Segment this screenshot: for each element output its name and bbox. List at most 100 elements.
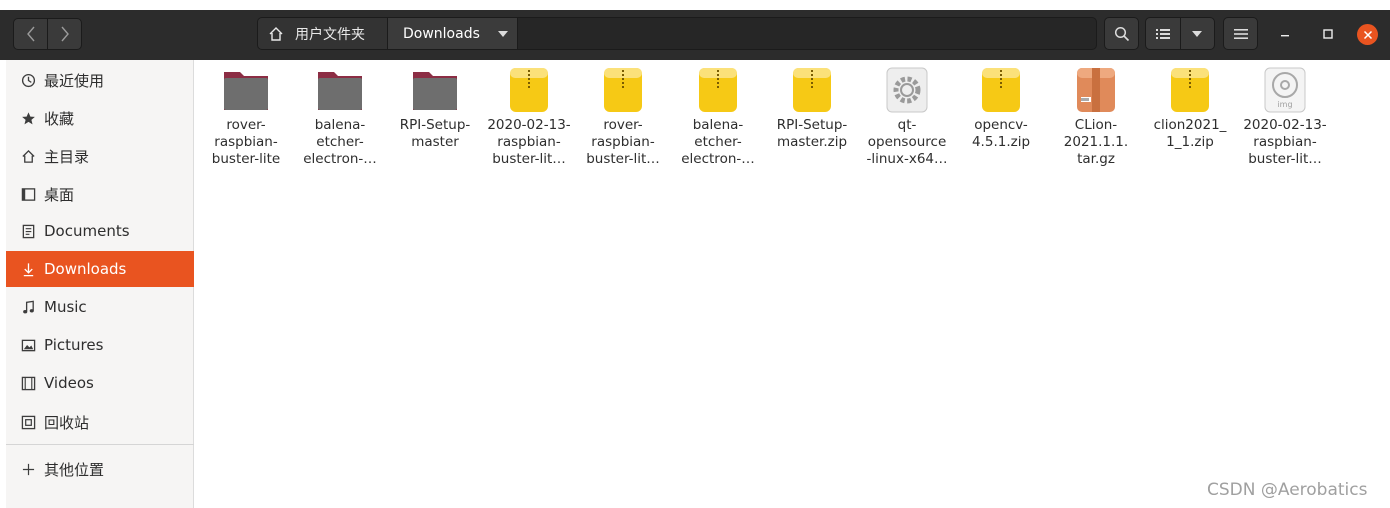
sidebar-item-label: 其他位置: [44, 460, 105, 479]
sidebar-item-documents[interactable]: Documents: [6, 213, 194, 249]
file-item[interactable]: balena- etcher- electron-…: [295, 66, 385, 168]
file-name: CLion- 2021.1.1. tar.gz: [1063, 117, 1129, 167]
close-icon: [1363, 30, 1372, 39]
home-icon: [20, 148, 36, 164]
file-name: opencv- 4.5.1.zip: [971, 117, 1031, 150]
watermark: CSDN @Aerobatics: [1207, 480, 1368, 500]
file-name: qt- opensource -linux-x64…: [866, 117, 948, 167]
chevron-left-icon: [26, 26, 35, 42]
file-name: 2020-02-13- raspbian- buster-lit…: [487, 117, 571, 167]
maximize-button[interactable]: [1318, 24, 1338, 44]
package-icon: [1077, 68, 1115, 112]
sidebar-item-label: 主目录: [44, 147, 90, 166]
folder-icon: [224, 72, 268, 110]
picture-icon: [20, 337, 36, 353]
file-item[interactable]: balena- etcher- electron-…: [673, 66, 763, 168]
back-button[interactable]: [14, 19, 47, 49]
sidebar-item-starred[interactable]: 收藏: [6, 100, 194, 136]
sidebar-item-desktop[interactable]: 桌面: [6, 176, 194, 212]
zip-archive-icon: [1171, 68, 1209, 112]
home-icon: [269, 26, 283, 41]
hamburger-icon: [1233, 28, 1248, 39]
sidebar-item-trash[interactable]: 回收站: [6, 404, 194, 440]
minimize-icon: [1281, 35, 1289, 37]
file-grid: rover- raspbian- buster-lite balena- etc…: [195, 60, 1390, 508]
download-icon: [20, 261, 36, 277]
zip-archive-icon: [793, 68, 831, 112]
file-item[interactable]: qt- opensource -linux-x64…: [862, 66, 952, 168]
search-icon: [1114, 26, 1129, 41]
chevron-right-icon: [60, 26, 69, 42]
video-icon: [20, 375, 36, 391]
gear-icon: [886, 67, 928, 113]
file-item[interactable]: RPI-Setup- master.zip: [767, 66, 857, 151]
forward-button[interactable]: [47, 19, 81, 49]
zip-archive-icon: [699, 68, 737, 112]
document-icon: [20, 223, 36, 239]
plus-icon: [20, 461, 36, 477]
list-view-button[interactable]: [1146, 18, 1180, 49]
clock-icon: [20, 72, 36, 88]
file-item[interactable]: opencv- 4.5.1.zip: [956, 66, 1046, 151]
zip-archive-icon: [982, 68, 1020, 112]
sidebar-item-music[interactable]: Music: [6, 289, 194, 325]
header-bar: 用户文件夹 Downloads: [0, 0, 1390, 60]
zip-archive-icon: [510, 68, 548, 112]
file-item[interactable]: 2020-02-13- raspbian- buster-lit…: [484, 66, 574, 168]
minimize-button[interactable]: [1275, 24, 1295, 44]
sidebar-item-label: 收藏: [44, 109, 75, 128]
sidebar-item-label: Music: [44, 298, 87, 316]
file-item[interactable]: img 2020-02-13- raspbian- buster-lit…: [1240, 66, 1330, 168]
sidebar-item-downloads[interactable]: Downloads: [6, 251, 194, 287]
navigation-buttons: [13, 18, 82, 50]
view-dropdown-button[interactable]: [1179, 18, 1214, 49]
breadcrumb-current[interactable]: Downloads: [388, 18, 518, 49]
file-item[interactable]: rover- raspbian- buster-lit…: [578, 66, 668, 168]
sidebar-item-pictures[interactable]: Pictures: [6, 327, 194, 363]
file-name: balena- etcher- electron-…: [303, 117, 377, 167]
sidebar-item-label: 最近使用: [44, 71, 105, 90]
sidebar-separator: [6, 444, 194, 445]
zip-archive-icon: [604, 68, 642, 112]
file-item[interactable]: CLion- 2021.1.1. tar.gz: [1051, 66, 1141, 168]
sidebar-item-home[interactable]: 主目录: [6, 138, 194, 174]
chevron-down-icon: [1192, 30, 1203, 37]
file-badge: img: [1277, 100, 1292, 109]
sidebar-item-other-locations[interactable]: 其他位置: [6, 451, 194, 487]
file-item[interactable]: rover- raspbian- buster-lite: [201, 66, 291, 168]
sidebar-item-label: Documents: [44, 222, 130, 240]
maximize-icon: [1323, 29, 1333, 39]
sidebar-item-recent[interactable]: 最近使用: [6, 62, 194, 98]
trash-icon: [20, 414, 36, 430]
file-name: RPI-Setup- master.zip: [776, 117, 848, 150]
menu-button[interactable]: [1223, 17, 1258, 50]
music-icon: [20, 299, 36, 315]
file-item[interactable]: RPI-Setup- master: [390, 66, 480, 151]
file-name: rover- raspbian- buster-lite: [211, 117, 281, 167]
search-button[interactable]: [1104, 17, 1139, 50]
file-name: RPI-Setup- master: [399, 117, 471, 150]
file-name: clion2021_ 1_1.zip: [1153, 117, 1227, 150]
sidebar-item-label: 桌面: [44, 185, 75, 204]
sidebar-item-label: 回收站: [44, 413, 90, 432]
breadcrumb-home-label: 用户文件夹: [295, 26, 365, 43]
desktop-icon: [20, 186, 36, 202]
sidebar-item-label: Videos: [44, 374, 94, 392]
file-item[interactable]: clion2021_ 1_1.zip: [1145, 66, 1235, 151]
sidebar-item-label: Downloads: [44, 260, 127, 278]
breadcrumb-home[interactable]: 用户文件夹: [258, 18, 388, 49]
folder-icon: [413, 72, 457, 110]
path-bar: 用户文件夹 Downloads: [257, 17, 1097, 50]
sidebar-item-label: Pictures: [44, 336, 104, 354]
star-icon: [20, 110, 36, 126]
disk-image-icon: img: [1264, 67, 1306, 113]
sidebar-item-videos[interactable]: Videos: [6, 365, 194, 401]
folder-icon: [318, 72, 362, 110]
pathbar-empty: [518, 18, 1096, 49]
window-top-strip: [0, 0, 1390, 10]
sidebar: 最近使用 收藏 主目录 桌面 Documents Downloads Music…: [6, 60, 194, 508]
file-name: rover- raspbian- buster-lit…: [586, 117, 660, 167]
close-button[interactable]: [1357, 24, 1378, 45]
file-name: balena- etcher- electron-…: [681, 117, 755, 167]
chevron-down-icon: [497, 30, 508, 37]
